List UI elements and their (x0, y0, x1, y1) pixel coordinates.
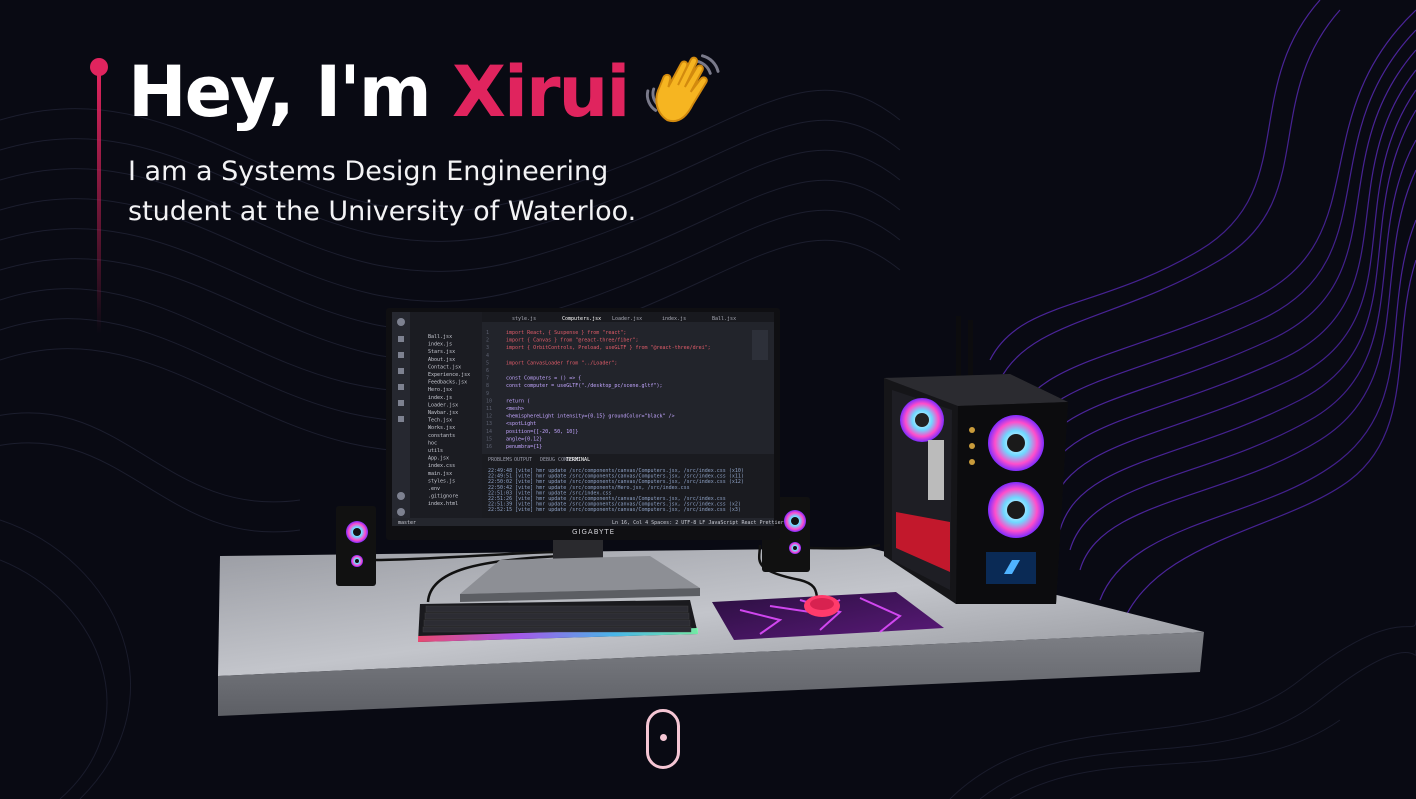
explorer-file-item: Loader.jsx (428, 402, 458, 408)
editor-tab: Ball.jsx (712, 316, 736, 322)
code-line: <hemisphereLight intensity={0.15} ground… (506, 414, 675, 420)
explorer-file-item: Ball.jsx (428, 334, 452, 340)
code-line: <mesh> (506, 406, 524, 412)
line-number: 13 (486, 421, 492, 427)
editor-tab: index.js (662, 316, 686, 322)
monitor: GIGABYTE Ball.jsxindex.jsStars.jsxAbout.… (386, 308, 784, 540)
explorer-file-item: index.html (428, 501, 458, 507)
code-line: import { OrbitControls, Preload, useGLTF… (506, 345, 711, 351)
code-line: <spotLight (506, 421, 536, 427)
panel-tab: PROBLEMS (488, 457, 512, 463)
explorer-file-item: Hero.jsx (428, 387, 452, 393)
code-line: penumbra={1} (506, 444, 542, 450)
explorer-file-item: index.js (428, 395, 452, 401)
pc-tower (884, 316, 1068, 604)
code-line: position={[-20, 50, 10]} (506, 429, 578, 435)
scroll-dot (660, 734, 667, 741)
panel-tab: OUTPUT (514, 457, 532, 463)
line-number: 7 (486, 376, 489, 382)
explorer-file-item: About.jsx (428, 357, 455, 363)
left-speaker (336, 506, 376, 586)
line-number: 9 (486, 391, 489, 397)
code-line: import React, { Suspense } from "react"; (506, 330, 626, 336)
explorer-file-item: Stars.jsx (428, 349, 455, 355)
line-number: 3 (486, 345, 489, 351)
explorer-file-item: hoc (428, 440, 437, 446)
panel-tab: TERMINAL (566, 457, 590, 463)
explorer-file-item: Tech.jsx (428, 418, 452, 424)
explorer-file-item: Contact.jsx (428, 364, 461, 370)
desk-scene[interactable]: GIGABYTE Ball.jsxindex.jsStars.jsxAbout.… (0, 0, 1416, 799)
explorer-file-item: index.css (428, 463, 455, 469)
line-number: 1 (486, 330, 489, 336)
explorer-file-item: .gitignore (428, 494, 458, 500)
explorer-file-item: .env (428, 486, 440, 492)
terminal-line: 22:52:15 [vite] hmr update /src/componen… (488, 507, 741, 513)
editor-tab: style.js (512, 316, 536, 322)
editor-tab: Computers.jsx (562, 316, 601, 322)
explorer-file-item: constants (428, 433, 455, 439)
status-bar-info: Ln 16, Col 4 Spaces: 2 UTF-8 LF JavaScri… (612, 520, 784, 526)
explorer-file-item: utils (428, 448, 443, 454)
line-number: 14 (486, 429, 492, 435)
code-line: angle={0.12} (506, 436, 542, 442)
line-number: 2 (486, 338, 489, 344)
explorer-file-item: Feedbacks.jsx (428, 380, 467, 386)
explorer-file-item: Experience.jsx (428, 372, 470, 378)
line-number: 12 (486, 414, 492, 420)
line-number: 6 (486, 368, 489, 374)
code-line: const Computers = () => { (506, 376, 581, 382)
gaming-mouse (804, 595, 840, 617)
line-number: 8 (486, 383, 489, 389)
mouse-scroll-icon[interactable] (646, 709, 680, 769)
line-number: 5 (486, 360, 489, 366)
panel-tab-bar: PROBLEMS OUTPUT DEBUG CONSOLETERMINAL (488, 457, 590, 463)
code-line: const computer = useGLTF("./desktop_pc/s… (506, 383, 663, 389)
explorer-file-item: styles.js (428, 478, 455, 484)
code-line: import CanvasLoader from "../Loader"; (506, 360, 617, 366)
explorer-file-item: Navbar.jsx (428, 410, 458, 416)
explorer-file-item: main.jsx (428, 471, 452, 477)
line-number: 10 (486, 398, 492, 404)
status-bar-branch: master (398, 520, 416, 526)
explorer-file-item: index.js (428, 342, 452, 348)
line-number: 4 (486, 353, 489, 359)
line-number: 16 (486, 444, 492, 450)
line-number: 11 (486, 406, 492, 412)
line-number: 15 (486, 436, 492, 442)
editor-tab: Loader.jsx (612, 316, 642, 322)
explorer-file-item: Works.jsx (428, 425, 455, 431)
monitor-stand (460, 536, 700, 602)
monitor-brand: GIGABYTE (572, 528, 615, 536)
explorer-file-item: App.jsx (428, 456, 449, 462)
code-line: import { Canvas } from "@react-three/fib… (506, 338, 638, 344)
code-line: return ( (506, 398, 530, 404)
